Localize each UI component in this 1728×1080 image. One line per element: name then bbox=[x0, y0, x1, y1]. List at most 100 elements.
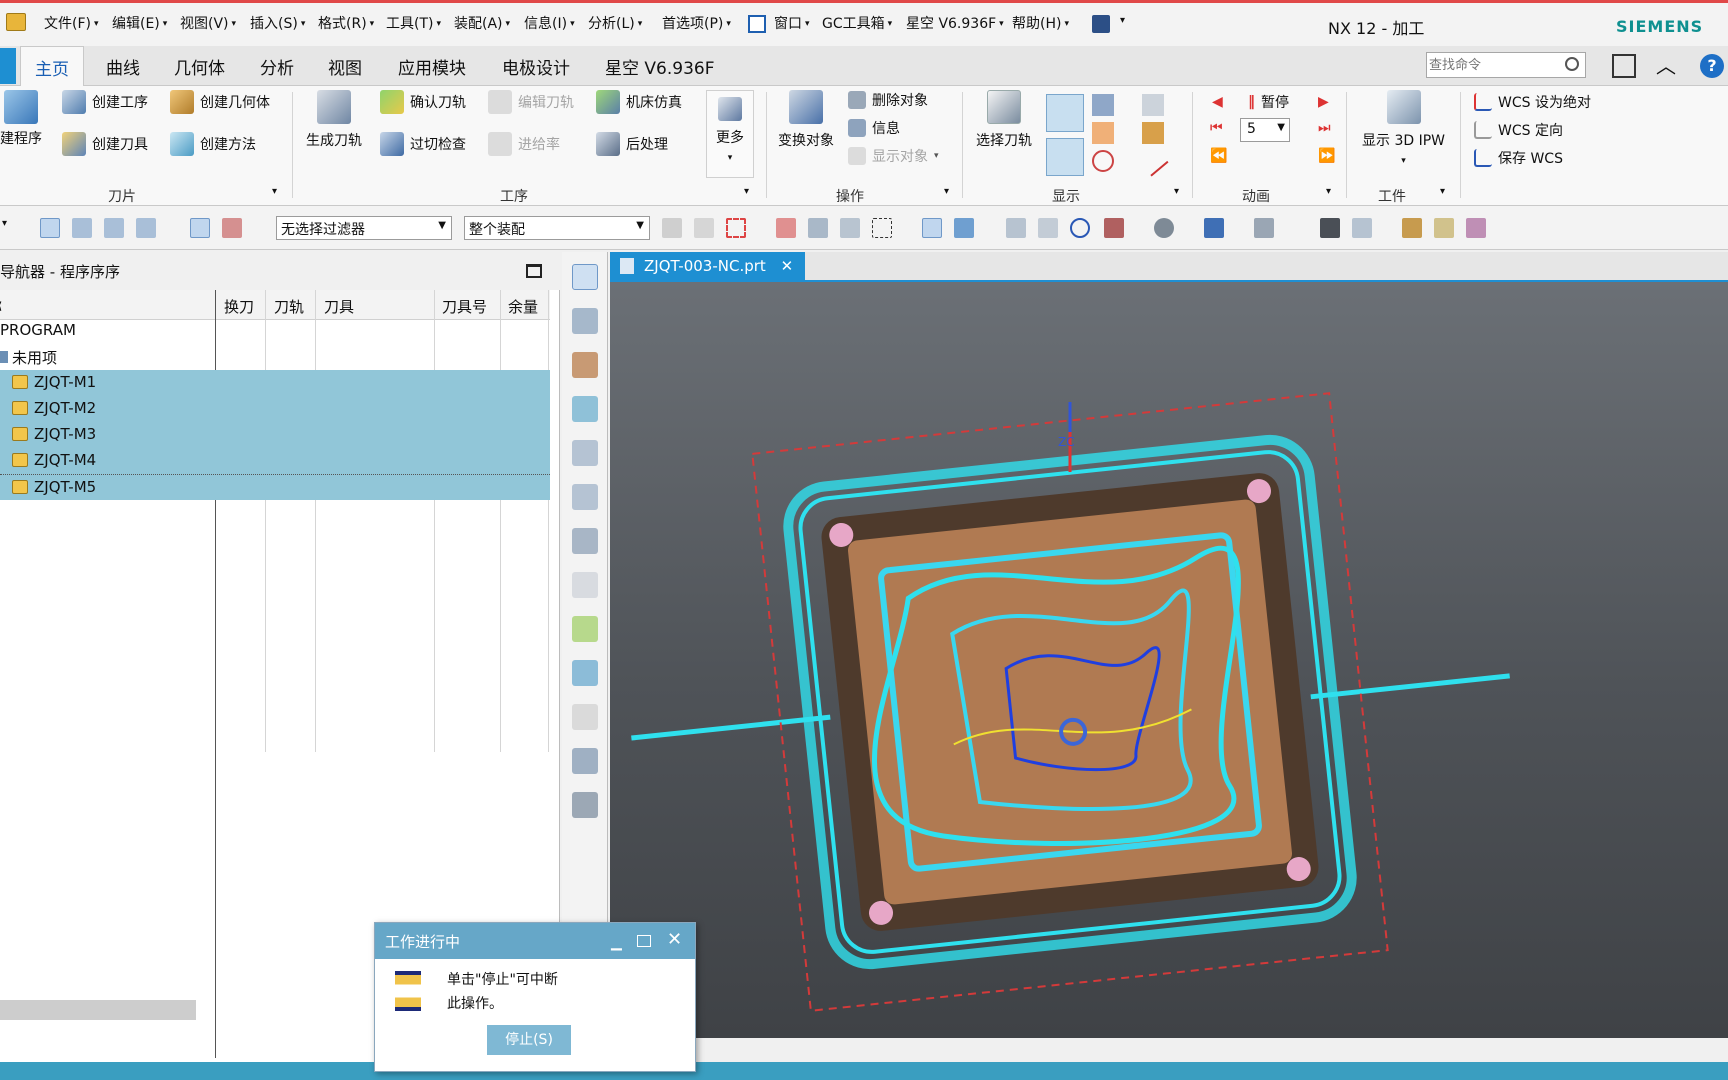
menu-toggle-icon[interactable]: ▾ bbox=[2, 218, 12, 238]
confirm-toolpath-button[interactable]: 确认刀轨 bbox=[380, 90, 466, 114]
select-toolpath-button[interactable]: 选择刀轨 bbox=[976, 90, 1032, 150]
wcs-save-button[interactable]: 保存 WCS bbox=[1474, 148, 1563, 168]
background-icon[interactable] bbox=[1320, 218, 1340, 238]
collapse-ribbon-icon[interactable]: ︿ bbox=[1656, 50, 1676, 79]
machine-tool-view-icon[interactable] bbox=[222, 218, 242, 238]
overcut-side-icon[interactable] bbox=[572, 660, 598, 686]
holder-display-icon[interactable] bbox=[1142, 122, 1164, 144]
group-expand-icon[interactable]: ▾ bbox=[1440, 186, 1445, 197]
tab-curve[interactable]: 曲线 bbox=[106, 54, 140, 79]
save-icon[interactable] bbox=[1092, 15, 1110, 33]
menu-analysis[interactable]: 分析(L) ▾ bbox=[588, 13, 642, 33]
snap-mid-icon[interactable] bbox=[776, 218, 796, 238]
tool-display-icon[interactable] bbox=[1142, 94, 1164, 116]
create-geometry-button[interactable]: 创建几何体 bbox=[170, 90, 270, 114]
create-tool-button[interactable]: 创建刀具 bbox=[62, 132, 148, 156]
tab-application[interactable]: 应用模块 bbox=[398, 54, 466, 79]
quick-access-dropdown-icon[interactable]: ▾ bbox=[1120, 15, 1125, 26]
snap-box-icon[interactable] bbox=[726, 218, 746, 238]
menu-file[interactable]: 文件(F) ▾ bbox=[44, 13, 99, 33]
menu-format[interactable]: 格式(R) ▾ bbox=[318, 13, 374, 33]
menu-help[interactable]: 帮助(H) ▾ bbox=[1012, 13, 1069, 33]
menu-xingkong[interactable]: 星空 V6.936F ▾ bbox=[906, 13, 1004, 33]
select-parent-icon[interactable] bbox=[40, 218, 60, 238]
stop-button[interactable]: 停止(S) bbox=[487, 1025, 571, 1055]
display-option-icon[interactable] bbox=[1092, 94, 1114, 116]
open-folder-icon[interactable] bbox=[6, 13, 26, 31]
rectangle-select-icon[interactable] bbox=[872, 218, 892, 238]
pause-button[interactable]: ‖ 暂停 bbox=[1248, 92, 1289, 112]
tab-electrode[interactable]: 电极设计 bbox=[502, 54, 570, 79]
menu-info[interactable]: 信息(I) ▾ bbox=[524, 13, 575, 33]
create-method-button[interactable]: 创建方法 bbox=[170, 132, 256, 156]
generate-path-side-icon[interactable] bbox=[572, 528, 598, 554]
delete-object-button[interactable]: 删除对象 bbox=[848, 90, 928, 110]
tree-row-zjqt-m1[interactable]: ZJQT-M1 bbox=[0, 370, 550, 396]
menu-assembly[interactable]: 装配(A) ▾ bbox=[454, 13, 510, 33]
overcut-check-button[interactable]: 过切检查 bbox=[380, 132, 466, 156]
column-name[interactable]: 名称 bbox=[0, 296, 2, 317]
command-search[interactable] bbox=[1426, 52, 1586, 78]
snap-end-icon[interactable] bbox=[694, 218, 714, 238]
close-icon[interactable]: ✕ bbox=[781, 257, 794, 275]
tab-home[interactable]: 主页 bbox=[20, 46, 84, 87]
method-navigator-icon[interactable] bbox=[572, 396, 598, 422]
column-stock[interactable]: 余量 bbox=[508, 296, 538, 317]
rotate-icon[interactable] bbox=[1070, 218, 1090, 238]
menu-preferences[interactable]: 首选项(P) ▾ bbox=[662, 13, 731, 33]
tab-view[interactable]: 视图 bbox=[328, 54, 362, 79]
generate-toolpath-button[interactable]: 生成刀轨 bbox=[306, 90, 362, 150]
group-expand-icon[interactable]: ▾ bbox=[944, 186, 949, 197]
step-back-icon[interactable]: ⏮ bbox=[1210, 120, 1223, 136]
postprocess-button[interactable]: 后处理 bbox=[596, 132, 668, 156]
to-end-icon[interactable]: ⏩ bbox=[1318, 148, 1335, 164]
tree-collapse-icon[interactable] bbox=[572, 484, 598, 510]
column-tool-change[interactable]: 换刀 bbox=[224, 296, 254, 317]
dialog-titlebar[interactable]: 工作进行中 ▁ ✕ bbox=[375, 923, 695, 959]
info-button[interactable]: 信息 bbox=[848, 118, 900, 138]
horizontal-scrollbar[interactable] bbox=[0, 1000, 196, 1020]
edit-toolpath-button[interactable]: 编辑刀轨 bbox=[488, 90, 574, 114]
program-order-view-icon[interactable] bbox=[190, 218, 210, 238]
line-display-icon[interactable] bbox=[1137, 145, 1169, 177]
column-tool[interactable]: 刀具 bbox=[324, 296, 354, 317]
machine-tool-navigator-icon[interactable] bbox=[572, 308, 598, 334]
tree-expand-icon[interactable] bbox=[572, 440, 598, 466]
animation-speed-select[interactable]: 5 ▼ bbox=[1240, 118, 1290, 142]
column-tool-number[interactable]: 刀具号 bbox=[442, 296, 487, 317]
close-icon[interactable]: ✕ bbox=[667, 929, 682, 950]
curve-display-icon[interactable] bbox=[1092, 122, 1114, 144]
edit-path-side-icon[interactable] bbox=[572, 572, 598, 598]
create-program-button[interactable]: 建程序 bbox=[0, 90, 42, 148]
tab-analysis[interactable]: 分析 bbox=[260, 54, 294, 79]
tab-xingkong[interactable]: 星空 V6.936F bbox=[605, 54, 714, 79]
more-button[interactable]: 更多 ▾ bbox=[706, 90, 754, 178]
tree-row-program[interactable]: PROGRAM bbox=[0, 318, 550, 344]
tree-row-zjqt-m5[interactable]: ZJQT-M5 bbox=[0, 474, 550, 500]
menu-insert[interactable]: 插入(S) ▾ bbox=[250, 13, 305, 33]
command-search-input[interactable] bbox=[1429, 55, 1557, 75]
show-3d-ipw-button[interactable]: 显示 3D IPW ▾ bbox=[1362, 90, 1445, 166]
display-object-button[interactable]: 显示对象 ▾ bbox=[848, 146, 939, 166]
play-forward-icon[interactable]: ▶ bbox=[1318, 94, 1329, 110]
group-expand-icon[interactable]: ▾ bbox=[744, 186, 749, 197]
maximize-icon[interactable] bbox=[637, 935, 651, 947]
snap-point-icon[interactable] bbox=[662, 218, 682, 238]
machine-simulation-button[interactable]: 机床仿真 bbox=[596, 90, 682, 114]
snap-intersect-icon[interactable] bbox=[840, 218, 860, 238]
tool-side-icon[interactable] bbox=[572, 792, 598, 818]
search-icon[interactable] bbox=[1565, 57, 1579, 71]
geometry-navigator-icon[interactable] bbox=[572, 352, 598, 378]
tab-geometry[interactable]: 几何体 bbox=[174, 54, 225, 79]
to-start-icon[interactable]: ⏪ bbox=[1210, 148, 1227, 164]
document-tab[interactable]: ZJQT-003-NC.prt ✕ bbox=[610, 252, 806, 282]
view-layout-icon[interactable] bbox=[1104, 218, 1124, 238]
play-reverse-icon[interactable]: ◀ bbox=[1212, 94, 1223, 110]
create-operation-button[interactable]: 创建工序 bbox=[62, 90, 148, 114]
group-expand-icon[interactable]: ▾ bbox=[1174, 186, 1179, 197]
tree-row-unused[interactable]: 未用项 bbox=[0, 344, 550, 370]
menu-tools[interactable]: 工具(T) ▾ bbox=[386, 13, 441, 33]
maximize-icon[interactable] bbox=[526, 264, 542, 278]
tree-row-zjqt-m4[interactable]: ZJQT-M4 bbox=[0, 448, 550, 474]
render-style-icon[interactable] bbox=[1154, 218, 1174, 238]
